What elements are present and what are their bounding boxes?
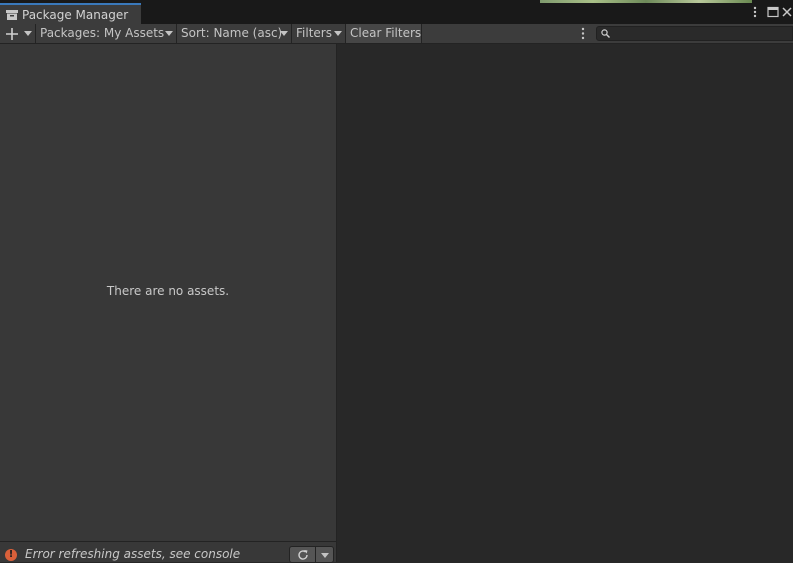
package-list-pane[interactable]: There are no assets. xyxy=(0,44,337,541)
package-icon xyxy=(6,10,18,20)
chevron-down-icon xyxy=(334,31,342,36)
maximize-button[interactable] xyxy=(766,5,780,19)
packages-scope-dropdown[interactable]: Packages: My Assets xyxy=(36,24,177,43)
status-bar: ! Error refreshing assets, see console xyxy=(0,541,337,563)
clear-filters-button[interactable]: Clear Filters xyxy=(346,24,422,43)
plus-icon xyxy=(6,28,18,40)
tab-package-manager[interactable]: Package Manager xyxy=(0,3,141,24)
add-package-dropdown[interactable] xyxy=(0,24,36,43)
toolbar: Packages: My Assets Sort: Name (asc) Fil… xyxy=(0,24,793,44)
sort-label: Sort: Name (asc) xyxy=(181,26,283,40)
filters-label: Filters xyxy=(296,26,332,40)
status-message: Error refreshing assets, see console xyxy=(25,547,241,561)
chevron-down-icon xyxy=(321,553,329,558)
search-icon xyxy=(601,29,610,38)
clear-filters-label: Clear Filters xyxy=(350,26,422,40)
chevron-down-icon xyxy=(165,31,173,36)
chevron-down-icon xyxy=(280,31,288,36)
refresh-icon xyxy=(298,550,308,560)
chevron-down-icon xyxy=(24,31,32,36)
refresh-options-dropdown[interactable] xyxy=(316,546,334,563)
empty-list-message: There are no assets. xyxy=(106,284,230,298)
tab-title: Package Manager xyxy=(22,8,129,22)
package-details-pane xyxy=(338,44,793,562)
maximize-icon xyxy=(767,6,779,18)
search-input[interactable] xyxy=(596,26,793,41)
error-icon: ! xyxy=(5,549,17,561)
close-button[interactable] xyxy=(781,5,793,19)
window-menu-button[interactable] xyxy=(748,5,762,19)
filters-dropdown[interactable]: Filters xyxy=(292,24,346,43)
kebab-menu-icon[interactable] xyxy=(578,26,588,41)
sort-dropdown[interactable]: Sort: Name (asc) xyxy=(177,24,292,43)
refresh-button[interactable] xyxy=(289,546,316,563)
close-icon xyxy=(782,7,792,17)
kebab-menu-icon xyxy=(753,6,757,18)
packages-scope-label: Packages: My Assets xyxy=(40,26,165,40)
